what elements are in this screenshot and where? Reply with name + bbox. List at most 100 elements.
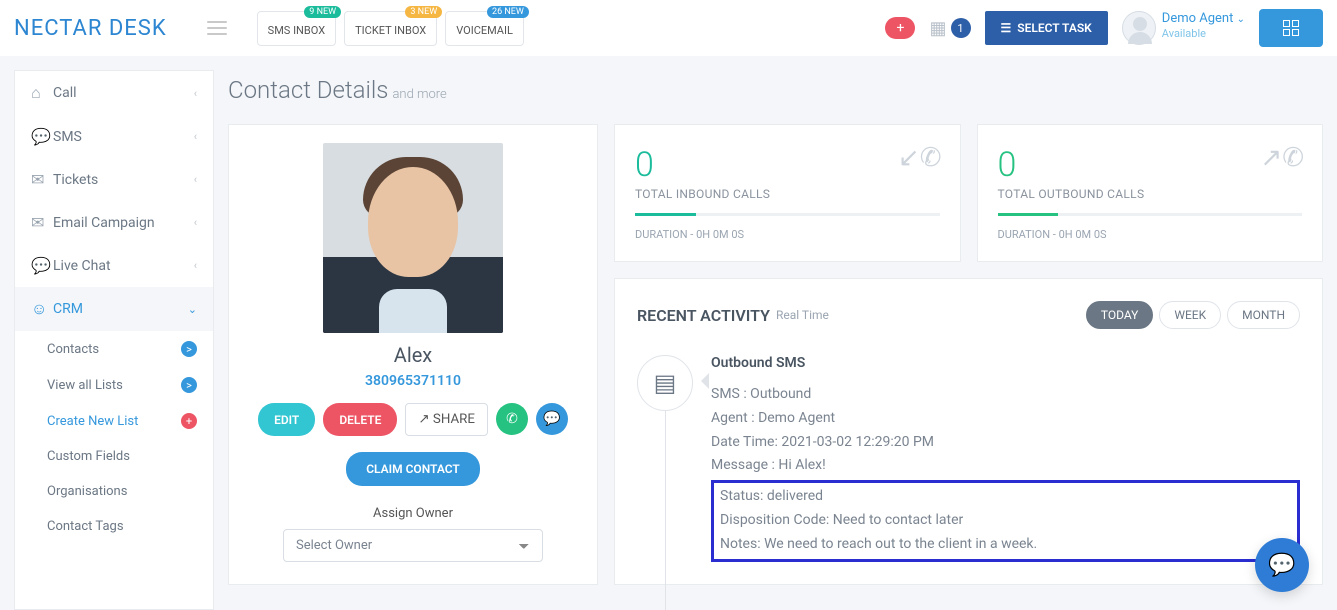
sidebar-item-label: CRM — [53, 301, 83, 317]
speech-bubble-icon: 💬 — [1268, 553, 1295, 578]
contact-phone[interactable]: 380965371110 — [247, 373, 579, 389]
sidebar-subitem[interactable]: Create New List + — [15, 403, 213, 439]
inbox-button[interactable]: 26 NEWVOICEMAIL — [445, 11, 524, 46]
calendar-widget[interactable]: ▦ 1 — [929, 18, 970, 39]
phone-out-icon: ↗✆ — [1260, 143, 1304, 173]
sidebar-item[interactable]: 💬Live Chat ‹ — [15, 244, 213, 287]
phone-icon: ✆ — [506, 411, 518, 427]
sidebar-item-label: Email Campaign — [53, 215, 155, 231]
chevron-left-icon: ‹ — [194, 130, 197, 143]
sidebar-subitem[interactable]: Custom Fields — [15, 439, 213, 474]
sidebar-subitem-label: Contact Tags — [47, 519, 124, 534]
sidebar-subitem-badge: > — [181, 377, 197, 393]
apps-grid-button[interactable] — [1259, 9, 1323, 47]
menu-toggle-icon[interactable] — [207, 17, 227, 39]
page-title: Contact Detailsand more — [228, 76, 1323, 104]
chat-widget-button[interactable]: 💬 — [1255, 538, 1309, 592]
activity-line: Notes: We need to reach out to the clien… — [720, 533, 1291, 557]
sidebar-item[interactable]: ✉Tickets ‹ — [15, 158, 213, 201]
sidebar-subitem[interactable]: View all Lists> — [15, 367, 213, 403]
add-button[interactable]: + — [885, 17, 915, 39]
sidebar-subitem[interactable]: Contacts> — [15, 331, 213, 367]
sidebar-item-label: SMS — [53, 129, 82, 145]
delete-button[interactable]: DELETE — [323, 403, 397, 436]
user-menu[interactable]: Demo Agent ⌄ Available — [1122, 11, 1245, 45]
inbox-button[interactable]: 3 NEWTICKET INBOX — [344, 11, 437, 46]
activity-tab[interactable]: MONTH — [1227, 301, 1300, 329]
sidebar-item[interactable]: ✉Email Campaign‹ — [15, 201, 213, 244]
activity-line: SMS : Outbound — [711, 383, 1300, 407]
share-button[interactable]: ↗ SHARE — [405, 403, 488, 436]
activity-title: RECENT ACTIVITY — [637, 306, 770, 325]
inbox-label: VOICEMAIL — [456, 24, 513, 37]
inbox-label: SMS INBOX — [268, 24, 325, 37]
nav-icon: 💬 — [31, 256, 53, 275]
chevron-left-icon: ‹ — [194, 87, 197, 100]
sidebar-item-label: Live Chat — [53, 258, 111, 274]
sidebar-subitem[interactable]: Contact Tags — [15, 509, 213, 544]
calendar-icon: ▦ — [929, 18, 946, 39]
activity-subtitle: Real Time — [776, 308, 829, 322]
claim-contact-button[interactable]: CLAIM CONTACT — [346, 452, 480, 486]
nav-icon: ⌂ — [31, 83, 53, 103]
nav-icon: 💬 — [31, 127, 53, 146]
contact-avatar — [323, 143, 503, 333]
edit-button[interactable]: EDIT — [258, 403, 315, 436]
sidebar-subitem-label: Create New List — [47, 414, 138, 429]
call-button[interactable]: ✆ — [496, 403, 528, 435]
inbox-button[interactable]: 9 NEWSMS INBOX — [257, 11, 336, 46]
sidebar-subitem-badge: + — [181, 413, 197, 429]
select-task-label: SELECT TASK — [1017, 21, 1092, 35]
inbound-label: TOTAL INBOUND CALLS — [635, 187, 940, 201]
chevron-left-icon: ‹ — [194, 173, 197, 186]
list-icon: ☰ — [1001, 21, 1012, 35]
person-icon: ☺ — [31, 299, 53, 319]
user-name: Demo Agent — [1162, 11, 1234, 26]
sidebar-subitem-badge: > — [181, 341, 197, 357]
recent-activity-card: RECENT ACTIVITY Real Time TODAYWEEKMONTH… — [614, 278, 1323, 585]
outbound-count: 0 — [998, 145, 1303, 185]
message-button[interactable]: 💬 — [536, 403, 568, 435]
inbox-badge: 3 NEW — [405, 6, 442, 18]
activity-line: Message : Hi Alex! — [711, 454, 1300, 478]
contact-name: Alex — [247, 343, 579, 367]
chat-icon: 💬 — [543, 411, 560, 427]
activity-line: Disposition Code: Need to contact later — [720, 509, 1291, 533]
inbox-badge: 9 NEW — [304, 6, 341, 18]
inbound-calls-card: ↙✆ 0 TOTAL INBOUND CALLS DURATION - 0H 0… — [614, 124, 961, 262]
sidebar-subitem[interactable]: Organisations — [15, 474, 213, 509]
contact-card: Alex 380965371110 EDIT DELETE ↗ SHARE ✆ … — [228, 124, 598, 585]
activity-line: Agent : Demo Agent — [711, 407, 1300, 431]
chevron-down-icon: ⌄ — [188, 303, 197, 316]
inbox-badge: 26 NEW — [487, 6, 529, 18]
activity-highlight-box: Status: deliveredDisposition Code: Need … — [711, 480, 1300, 561]
assign-owner-select[interactable]: Select Owner — [283, 529, 543, 562]
inbound-count: 0 — [635, 145, 940, 185]
inbox-label: TICKET INBOX — [355, 24, 426, 37]
user-status: Available — [1162, 27, 1245, 40]
activity-line: Date Time: 2021-03-02 12:29:20 PM — [711, 431, 1300, 455]
activity-item-title: Outbound SMS — [711, 355, 1300, 371]
outbound-label: TOTAL OUTBOUND CALLS — [998, 187, 1303, 201]
sidebar-item[interactable]: 💬SMS ‹ — [15, 115, 213, 158]
calendar-badge: 1 — [951, 18, 971, 38]
sidebar-subitem-label: Organisations — [47, 484, 127, 499]
chevron-left-icon: ‹ — [194, 259, 197, 272]
logo: NECTAR DESK — [14, 16, 167, 41]
sidebar-item[interactable]: ⌂Call ‹ — [15, 71, 213, 115]
select-task-button[interactable]: ☰ SELECT TASK — [985, 11, 1108, 45]
phone-in-icon: ↙✆ — [898, 143, 942, 173]
activity-tab[interactable]: TODAY — [1086, 301, 1154, 329]
activity-tab[interactable]: WEEK — [1159, 301, 1221, 329]
sidebar: ⌂Call‹💬SMS‹✉Tickets‹✉Email Campaign‹💬Liv… — [14, 70, 214, 610]
nav-icon: ✉ — [31, 170, 53, 189]
inbound-duration: DURATION - 0H 0M 0S — [635, 228, 940, 241]
avatar-icon — [1122, 11, 1156, 45]
sidebar-item-label: Call — [53, 85, 77, 101]
sidebar-item-label: Tickets — [53, 172, 98, 188]
sidebar-item-crm[interactable]: ☺ CRM ⌄ — [15, 287, 213, 331]
chevron-down-icon: ⌄ — [1237, 14, 1245, 25]
outbound-duration: DURATION - 0H 0M 0S — [998, 228, 1303, 241]
grid-icon — [1283, 20, 1299, 36]
activity-line: Status: delivered — [720, 485, 1291, 509]
